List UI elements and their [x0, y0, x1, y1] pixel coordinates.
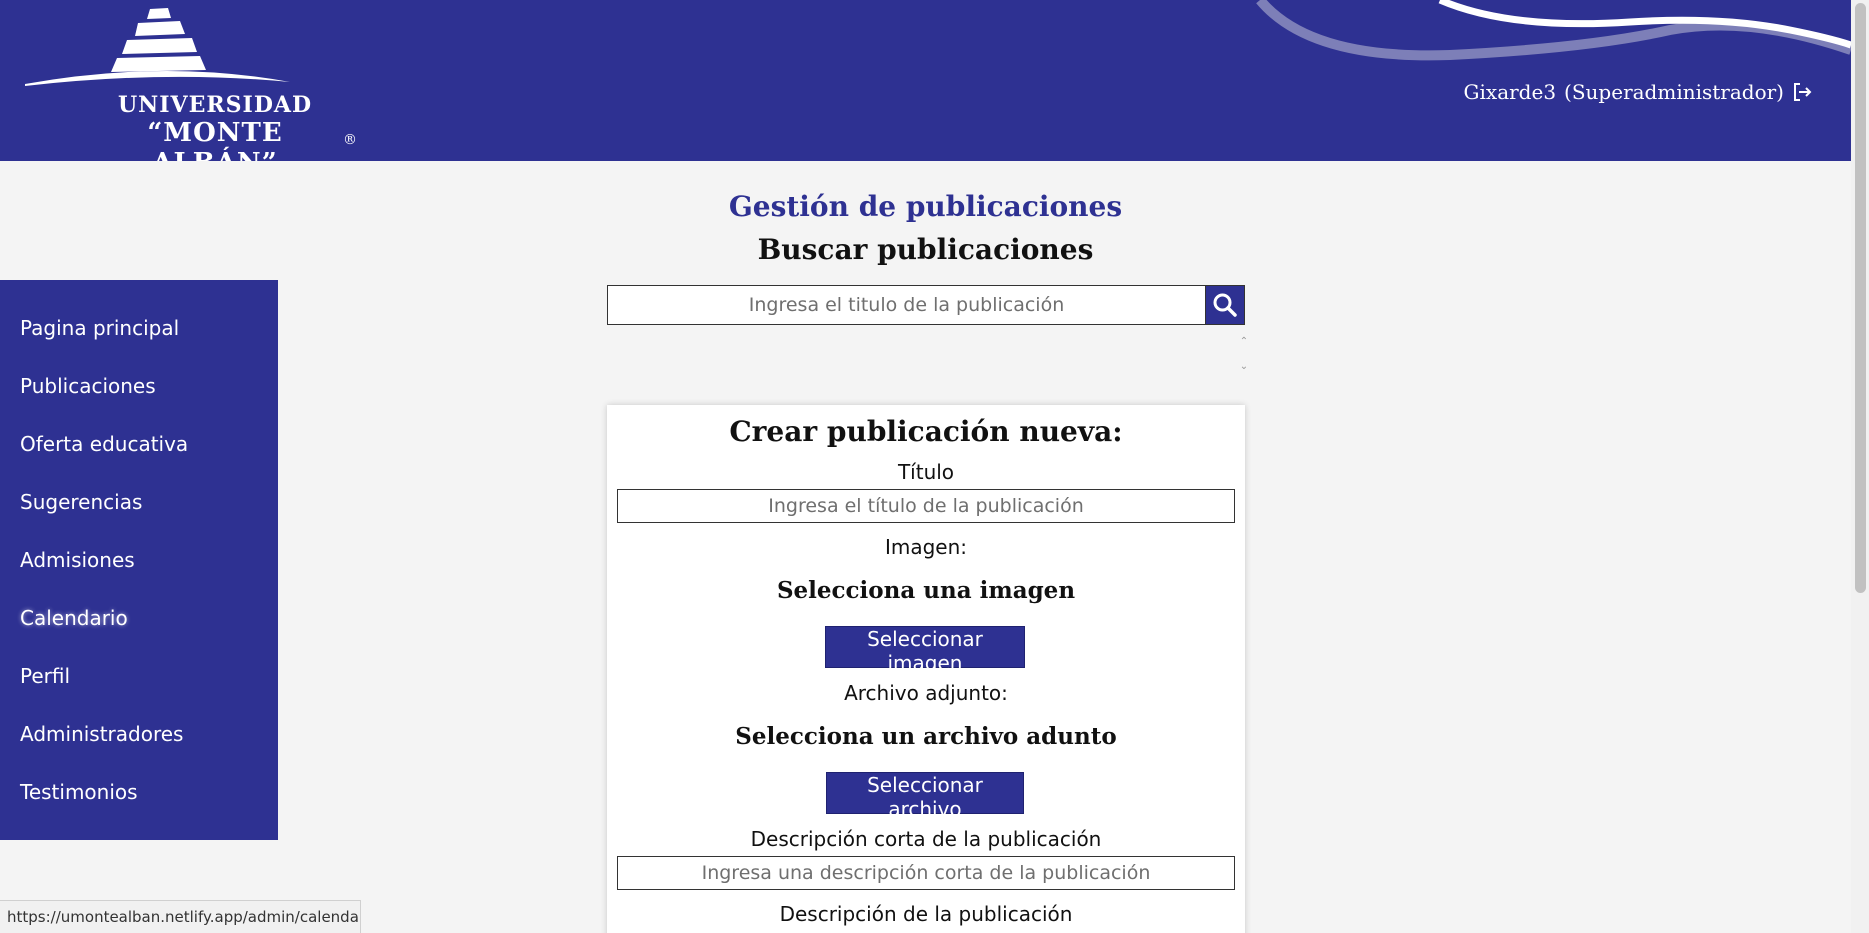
- page-scrollbar-thumb[interactable]: [1855, 3, 1866, 593]
- image-prompt: Selecciona una imagen: [776, 577, 1076, 604]
- logo-line2: “MONTE ALBÁN”: [147, 118, 283, 161]
- form-title: Crear publicación nueva:: [729, 415, 1123, 448]
- title-label: Título: [897, 460, 955, 484]
- header: UNIVERSIDAD “MONTE ALBÁN” ® Gixarde3 (Su…: [0, 0, 1851, 161]
- attachment-label: Archivo adjunto:: [844, 681, 1008, 705]
- sidebar-item-administradores[interactable]: Administradores: [0, 712, 278, 770]
- sidebar-item-oferta-educativa[interactable]: Oferta educativa: [0, 422, 278, 480]
- logo-registered-mark: ®: [343, 132, 357, 148]
- sidebar-item-calendario[interactable]: Calendario: [0, 596, 278, 654]
- university-logo[interactable]: UNIVERSIDAD “MONTE ALBÁN” ®: [25, 4, 357, 161]
- results-scroll-arrows[interactable]: ⌃ ⌄: [1238, 336, 1250, 372]
- status-bar-url: https://umontealban.netlify.app/admin/ca…: [0, 900, 361, 933]
- chevron-down-icon[interactable]: ⌄: [1240, 361, 1248, 372]
- select-file-button[interactable]: Seleccionar archivo: [826, 772, 1024, 821]
- image-label: Imagen:: [884, 535, 968, 559]
- sidebar-item-testimonios[interactable]: Testimonios: [0, 770, 278, 828]
- user-role: (Superadministrador): [1564, 80, 1784, 104]
- decorative-waves: [1256, 0, 1851, 61]
- logo-line1: UNIVERSIDAD: [117, 92, 313, 118]
- title-input[interactable]: [617, 489, 1235, 523]
- sidebar-item-perfil[interactable]: Perfil: [0, 654, 278, 712]
- logout-icon[interactable]: [1792, 82, 1812, 102]
- search-input[interactable]: [607, 285, 1206, 325]
- search-bar: [607, 285, 1245, 325]
- user-info: Gixarde3 (Superadministrador): [1464, 80, 1812, 104]
- search-icon: [1213, 293, 1237, 317]
- sidebar-item-publicaciones[interactable]: Publicaciones: [0, 364, 278, 422]
- sidebar-item-sugerencias[interactable]: Sugerencias: [0, 480, 278, 538]
- page-title: Gestión de publicaciones: [728, 190, 1123, 223]
- search-section-title: Buscar publicaciones: [757, 233, 1094, 266]
- short-description-input[interactable]: [617, 856, 1235, 890]
- create-publication-card: Crear publicación nueva: Título Imagen: …: [607, 405, 1245, 933]
- chevron-up-icon[interactable]: ⌃: [1240, 336, 1248, 347]
- short-description-label: Descripción corta de la publicación: [750, 827, 1102, 851]
- sidebar-item-admisiones[interactable]: Admisiones: [0, 538, 278, 596]
- search-button[interactable]: [1206, 285, 1245, 325]
- sidebar-item-pagina-principal[interactable]: Pagina principal: [0, 306, 278, 364]
- sidebar: Pagina principal Publicaciones Oferta ed…: [0, 280, 278, 840]
- attachment-prompt: Selecciona un archivo adunto: [735, 723, 1117, 750]
- select-image-button[interactable]: Seleccionar imagen: [825, 626, 1025, 675]
- description-label: Descripción de la publicación: [779, 902, 1073, 926]
- username: Gixarde3: [1463, 80, 1557, 104]
